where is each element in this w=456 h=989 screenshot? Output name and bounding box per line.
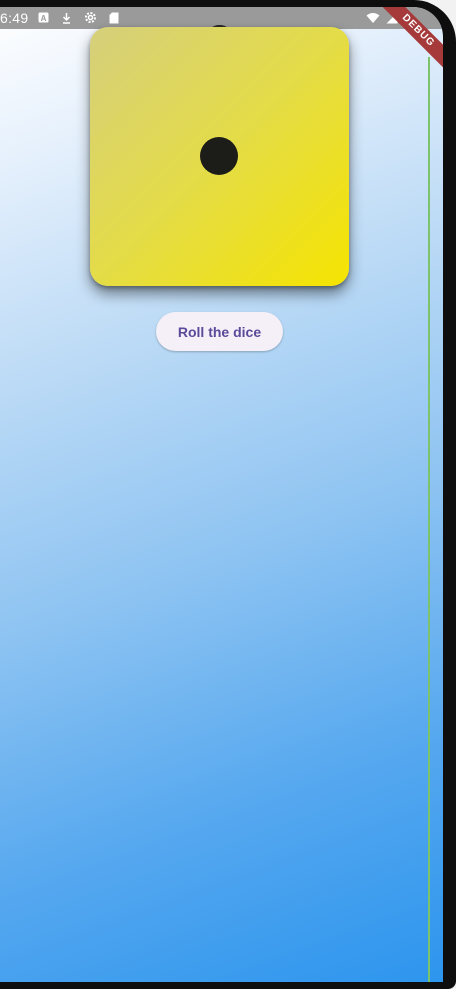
svg-text:A: A <box>41 14 47 23</box>
screen-edge-highlight <box>428 57 430 982</box>
app-screen: 6:49 A DEBUG Roll the dice <box>0 7 443 982</box>
sd-card-icon <box>109 12 119 24</box>
keyboard-a-icon: A <box>38 12 49 23</box>
wifi-icon <box>366 11 380 27</box>
dice-face[interactable] <box>90 27 349 286</box>
roll-dice-button[interactable]: Roll the dice <box>156 312 283 351</box>
phone-device: 6:49 A DEBUG Roll the dice <box>0 0 456 989</box>
status-left-icons: A <box>38 11 119 24</box>
dice-pip <box>200 137 238 175</box>
status-time: 6:49 <box>0 10 29 26</box>
download-icon <box>61 12 72 24</box>
settings-gear-icon <box>84 11 97 24</box>
